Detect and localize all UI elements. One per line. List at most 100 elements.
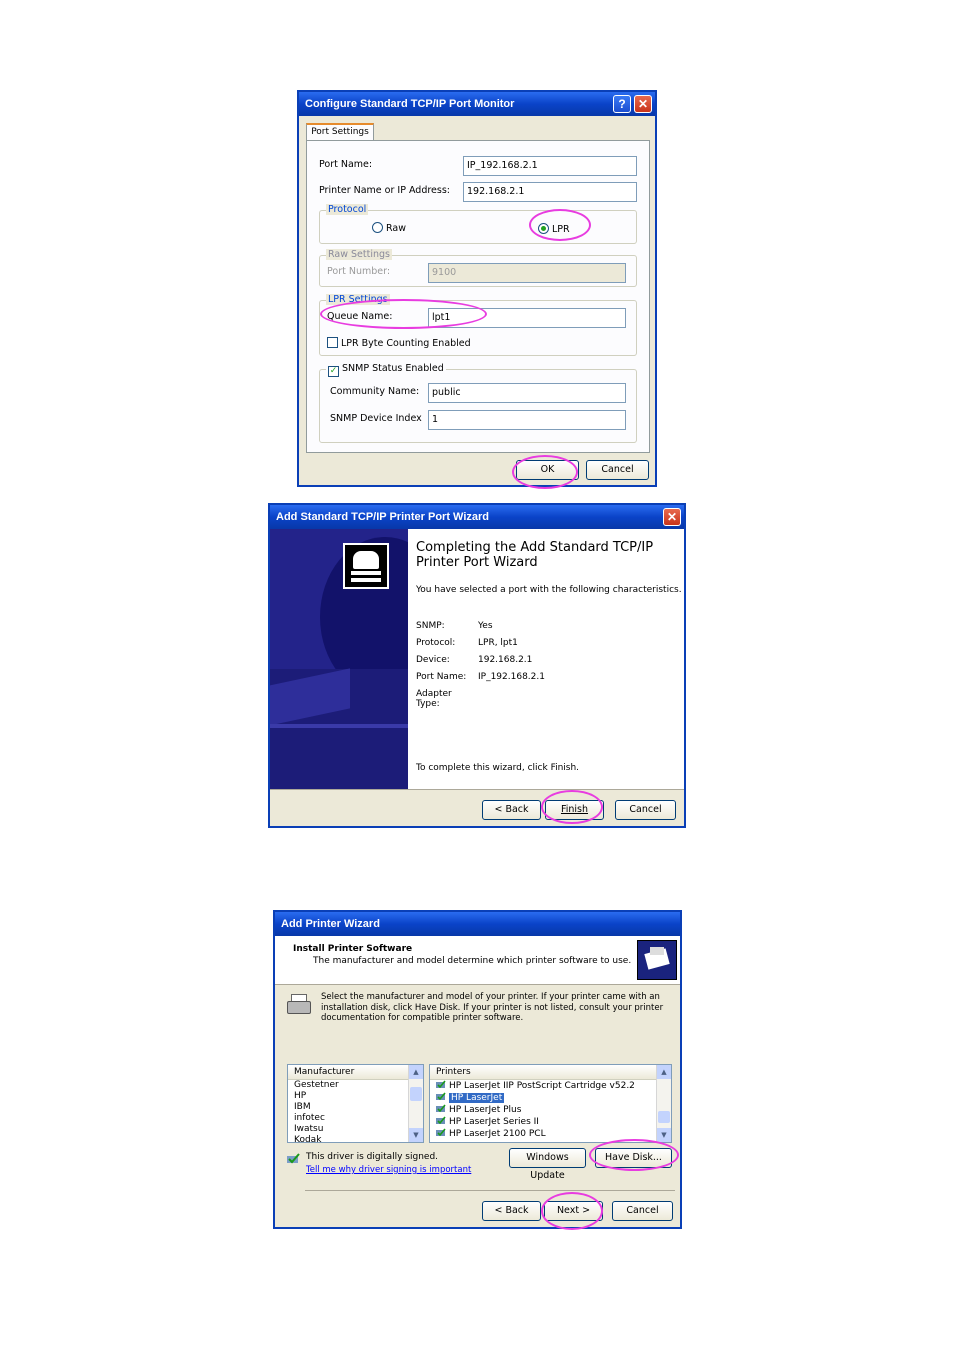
dialog3-title: Add Printer Wizard <box>281 918 380 930</box>
port-number-input[interactable]: 9100 <box>428 263 626 283</box>
cancel-button[interactable]: Cancel <box>586 460 649 480</box>
add-printer-wizard-dialog: Add Printer Wizard Install Printer Softw… <box>273 910 682 1229</box>
printer-wizard-icon <box>343 543 389 589</box>
close-icon[interactable]: ✕ <box>663 508 681 526</box>
byte-counting-check-icon <box>327 337 338 348</box>
scroll-down-icon[interactable]: ▼ <box>657 1128 671 1142</box>
row-port-name: Port Name: IP_192.168.2.1 <box>416 672 545 682</box>
instructions-text: Select the manufacturer and model of you… <box>321 992 664 1023</box>
header-subtitle: The manufacturer and model determine whi… <box>313 956 632 966</box>
configure-port-dialog: Configure Standard TCP/IP Port Monitor ?… <box>297 90 657 487</box>
printers-header: Printers <box>430 1065 671 1080</box>
next-button[interactable]: Next > <box>544 1201 603 1221</box>
wizard-intro: You have selected a port with the follow… <box>416 585 682 595</box>
signed-driver-icon <box>436 1128 446 1137</box>
scroll-up-icon[interactable]: ▲ <box>409 1065 423 1079</box>
protocol-group: Protocol Raw LPR <box>319 204 637 244</box>
signed-driver-icon <box>436 1080 446 1089</box>
list-item[interactable]: Gestetner <box>288 1080 423 1091</box>
signed-driver-icon <box>436 1092 446 1101</box>
wizard-content: Completing the Add Standard TCP/IP Print… <box>408 529 684 789</box>
list-item[interactable]: infotec <box>288 1113 423 1124</box>
device-index-label: SNMP Device Index <box>330 413 422 424</box>
manufacturer-scrollbar[interactable]: ▲ ▼ <box>408 1065 423 1142</box>
characteristics-list: SNMP: Yes Protocol: LPR, lpt1 Device: 192.1… <box>416 621 545 709</box>
list-item[interactable]: HP LaserJet IIP PostScript Cartridge v52… <box>430 1080 671 1092</box>
list-item[interactable]: IBM <box>288 1102 423 1113</box>
row-device: Device: 192.168.2.1 <box>416 655 533 665</box>
list-item[interactable]: HP <box>288 1091 423 1102</box>
wizard-complete-text: To complete this wizard, click Finish. <box>416 763 580 773</box>
printer-ip-input[interactable]: 192.168.2.1 <box>463 182 637 202</box>
close-icon[interactable]: ✕ <box>634 95 652 113</box>
dialog2-title: Add Standard TCP/IP Printer Port Wizard <box>276 511 490 523</box>
dialog3-titlebar: Add Printer Wizard <box>275 912 680 936</box>
header-title: Install Printer Software <box>293 944 413 954</box>
printers-list[interactable]: Printers HP LaserJet IIP PostScript Cart… <box>429 1064 672 1143</box>
help-icon[interactable]: ? <box>613 95 631 113</box>
community-label: Community Name: <box>330 386 420 397</box>
list-item[interactable]: HP LaserJet <box>430 1092 671 1104</box>
back-button[interactable]: < Back <box>482 1201 541 1221</box>
scroll-up-icon[interactable]: ▲ <box>657 1065 671 1079</box>
tab-panel: Port Name: IP_192.168.2.1 Printer Name o… <box>306 140 650 453</box>
lpr-settings-group: LPR Settings Queue Name: lpt1 LPR Byte C… <box>319 294 637 356</box>
protocol-title: Protocol <box>326 204 369 215</box>
byte-counting-label: LPR Byte Counting Enabled <box>341 338 471 349</box>
raw-radio-label: Raw <box>386 223 406 234</box>
printer-header-icon <box>637 940 677 980</box>
list-item[interactable]: HP LaserJet 2100 PCL <box>430 1128 671 1140</box>
signed-driver-icon <box>436 1104 446 1113</box>
manufacturer-list[interactable]: Manufacturer Gestetner HP IBM infotec Iw… <box>287 1064 424 1143</box>
queue-name-input[interactable]: lpt1 <box>428 308 626 328</box>
byte-counting-checkbox[interactable]: LPR Byte Counting Enabled <box>327 337 471 349</box>
printer-small-icon <box>287 994 311 1016</box>
wizard-side-panel <box>270 529 408 789</box>
row-snmp: SNMP: Yes <box>416 621 493 631</box>
dialog1-title: Configure Standard TCP/IP Port Monitor <box>305 98 515 110</box>
list-item[interactable]: HP LaserJet Plus <box>430 1104 671 1116</box>
lpr-settings-title: LPR Settings <box>326 294 390 305</box>
windows-update-button[interactable]: Windows Update <box>509 1148 586 1181</box>
port-wizard-dialog: Add Standard TCP/IP Printer Port Wizard … <box>268 503 686 828</box>
snmp-checkbox[interactable]: ✓ SNMP Status Enabled <box>326 363 446 377</box>
wizard-header: Install Printer Software The manufacture… <box>275 936 680 985</box>
lpr-radio[interactable]: LPR <box>538 223 570 235</box>
cancel-button[interactable]: Cancel <box>612 1201 673 1221</box>
list-item[interactable]: HP LaserJet Series II <box>430 1116 671 1128</box>
snmp-group: ✓ SNMP Status Enabled Community Name: pub… <box>319 363 637 443</box>
list-item[interactable]: Iwatsu <box>288 1124 423 1135</box>
printer-ip-label: Printer Name or IP Address: <box>319 185 450 196</box>
signed-driver-icon <box>287 1153 300 1164</box>
list-item[interactable]: Kodak <box>288 1135 423 1142</box>
back-button[interactable]: < Back <box>482 800 541 820</box>
cancel-button[interactable]: Cancel <box>615 800 676 820</box>
printers-scrollbar[interactable]: ▲ ▼ <box>656 1065 671 1142</box>
signed-driver-icon <box>436 1116 446 1125</box>
dialog2-titlebar: Add Standard TCP/IP Printer Port Wizard … <box>270 505 684 529</box>
device-index-input[interactable]: 1 <box>428 410 626 430</box>
row-protocol: Protocol: LPR, lpt1 <box>416 638 518 648</box>
driver-signing-link[interactable]: Tell me why driver signing is important <box>306 1165 471 1175</box>
lpr-radio-icon <box>538 223 549 234</box>
raw-settings-group: Raw Settings Port Number: 9100 <box>319 249 637 287</box>
dialog1-titlebar: Configure Standard TCP/IP Port Monitor ?… <box>299 92 655 116</box>
port-number-label: Port Number: <box>327 266 391 277</box>
lpr-radio-label: LPR <box>552 224 570 235</box>
finish-button[interactable]: Finish <box>545 800 604 820</box>
port-name-input[interactable]: IP_192.168.2.1 <box>463 156 637 176</box>
raw-radio[interactable]: Raw <box>372 222 406 234</box>
community-input[interactable]: public <box>428 383 626 403</box>
ok-button[interactable]: OK <box>516 460 579 480</box>
tab-label: Port Settings <box>311 127 369 137</box>
wizard-heading: Completing the Add Standard TCP/IP Print… <box>416 540 654 570</box>
have-disk-button[interactable]: Have Disk... <box>595 1148 672 1168</box>
snmp-label: SNMP Status Enabled <box>342 363 444 374</box>
manufacturer-header: Manufacturer <box>288 1065 423 1080</box>
row-adapter-type: Adapter Type: <box>416 689 452 709</box>
queue-name-label: Queue Name: <box>327 311 393 322</box>
port-name-label: Port Name: <box>319 159 373 170</box>
raw-settings-title: Raw Settings <box>326 249 392 260</box>
raw-radio-icon <box>372 222 383 233</box>
scroll-down-icon[interactable]: ▼ <box>409 1128 423 1142</box>
